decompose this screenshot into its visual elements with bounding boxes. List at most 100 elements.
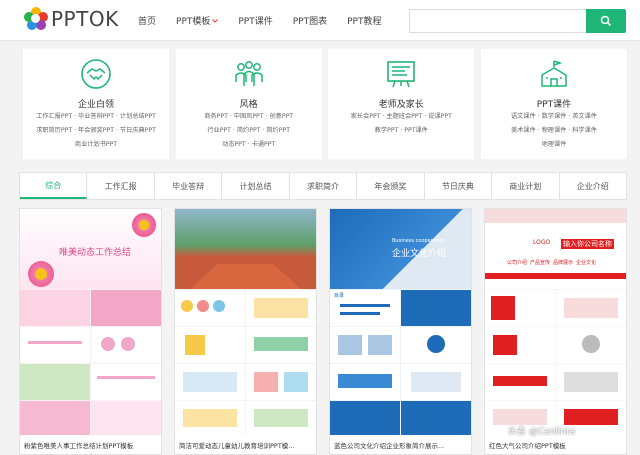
slide-menu: 公司介绍 产品宣传 品牌展示 企业文化 <box>507 259 596 266</box>
nav-ppt-courseware[interactable]: PPT课件 <box>238 14 272 27</box>
slide-thumb <box>91 327 161 363</box>
slide-thumb <box>485 327 555 363</box>
category-links[interactable]: 教学PPT · PPT课件 <box>328 127 474 135</box>
category-links[interactable]: 动态PPT · 卡通PPT <box>176 141 322 149</box>
category-panels: 企业白领 工作汇报PPT · 毕业答辩PPT · 计划总结PPT 求职简历PPT… <box>23 49 627 159</box>
slide-thumb <box>401 401 471 435</box>
template-grid: 唯美动态工作总结 粉紫色唯美人事工作总结计划PPT模板 简洁可爱动态儿童幼儿教育… <box>19 208 627 455</box>
category-style[interactable]: 风格 商务PPT · 中国风PPT · 创意PPT 行业PPT · 简约PPT … <box>175 49 322 159</box>
slide-cover: 唯美动态工作总结 <box>20 209 161 289</box>
slide-menu-item: 企业文化 <box>576 260 597 266</box>
tab-business-plan[interactable]: 商业计划 <box>492 173 560 199</box>
running-track <box>190 264 301 289</box>
category-links[interactable]: 行业PPT · 简约PPT · 简约PPT <box>176 127 322 135</box>
nav-ppt-tutorials[interactable]: PPT教程 <box>347 14 381 27</box>
slide-cover-title: 输入你公司名称 <box>561 239 614 249</box>
template-title[interactable]: 蓝色公司文化介绍企业形象简介展示... <box>334 440 469 450</box>
tab-resume[interactable]: 求职简介 <box>290 173 358 199</box>
template-thumbnail[interactable] <box>175 209 316 435</box>
nav-ppt-templates-label: PPT模板 <box>176 17 211 27</box>
slide-thumb <box>91 364 161 400</box>
search-input[interactable] <box>409 9 587 33</box>
slide-thumb <box>20 327 90 363</box>
slide-thumb <box>20 290 90 326</box>
category-links[interactable]: 语文课件 · 数学课件 · 英文课件 <box>481 113 627 121</box>
slide-thumb <box>175 401 245 435</box>
slide-thumb <box>246 401 316 435</box>
category-teachers-parents[interactable]: 老师及家长 家长会PPT · 主题班会PPT · 说课PPT 教学PPT · P… <box>328 49 475 159</box>
nav-ppt-templates[interactable]: PPT模板 <box>176 14 219 27</box>
search-button[interactable] <box>586 9 626 33</box>
logo-text: PPTOK <box>51 7 119 31</box>
template-title[interactable]: 红色大气公司介绍PPT模板 <box>489 440 624 450</box>
slide-thumb <box>485 290 555 326</box>
nav-ppt-charts[interactable]: PPT图表 <box>293 14 327 27</box>
slide-thumb: 目录 <box>330 290 400 326</box>
logo[interactable]: PPTOK <box>24 7 119 31</box>
watermark: 头条 @Canlinta <box>508 427 576 437</box>
slide-thumb <box>20 364 90 400</box>
flower-decoration <box>132 213 156 237</box>
slide-thumb <box>330 327 400 363</box>
template-thumbnail[interactable]: LOGO 输入你公司名称 公司介绍 产品宣传 品牌展示 企业文化 <box>485 209 626 435</box>
slide-thumb <box>91 401 161 435</box>
slide-thumb <box>175 327 245 363</box>
tab-all[interactable]: 综合 <box>20 173 88 199</box>
category-links[interactable]: 求职简历PPT · 年会颁奖PPT · 节日庆典PPT <box>23 127 169 135</box>
handshake-icon <box>81 59 111 89</box>
category-links[interactable]: 地理课件 <box>481 141 627 149</box>
slide-menu-item: 公司介绍 <box>507 260 528 266</box>
template-card[interactable]: LOGO 输入你公司名称 公司介绍 产品宣传 品牌展示 企业文化 红色大气公司介… <box>484 208 627 455</box>
category-links[interactable]: 家长会PPT · 主题班会PPT · 说课PPT <box>328 113 474 121</box>
template-title[interactable]: 简洁可爱动态儿童幼儿教育培训PPT模... <box>179 440 314 450</box>
tab-graduation[interactable]: 毕业答辩 <box>155 173 223 199</box>
slide-thumb <box>556 364 626 400</box>
slide-cover-title: 唯美动态工作总结 <box>58 248 131 258</box>
slide-thumb <box>175 364 245 400</box>
template-title[interactable]: 粉紫色唯美人事工作总结计划PPT模板 <box>24 440 159 450</box>
category-courseware[interactable]: PPT课件 语文课件 · 数学课件 · 英文课件 美术课件 · 物理课件 · 科… <box>480 49 627 159</box>
tab-festival[interactable]: 节日庆典 <box>425 173 493 199</box>
filter-tabs: 综合 工作汇报 毕业答辩 计划总结 求职简介 年会颁奖 节日庆典 商业计划 企业… <box>19 172 627 200</box>
category-enterprise[interactable]: 企业白领 工作汇报PPT · 毕业答辩PPT · 计划总结PPT 求职简历PPT… <box>23 49 169 159</box>
category-links[interactable]: 商业计划书PPT <box>23 141 169 149</box>
category-links[interactable]: 工作汇报PPT · 毕业答辩PPT · 计划总结PPT <box>23 113 169 121</box>
slide-thumb <box>401 364 471 400</box>
template-card[interactable]: 简洁可爱动态儿童幼儿教育培训PPT模... <box>174 208 317 455</box>
slide-thumb <box>175 290 245 326</box>
slide-thumb <box>556 327 626 363</box>
slide-cover: LOGO 输入你公司名称 公司介绍 产品宣传 品牌展示 企业文化 <box>485 209 626 289</box>
category-links[interactable]: 美术课件 · 物理课件 · 科学课件 <box>481 127 627 135</box>
tab-plan-summary[interactable]: 计划总结 <box>222 173 290 199</box>
tab-annual-award[interactable]: 年会颁奖 <box>357 173 425 199</box>
nav-home[interactable]: 首页 <box>138 14 156 27</box>
search-icon <box>600 15 612 27</box>
slide-cover-title: 企业文化介绍 <box>392 249 447 259</box>
category-title: 企业白领 <box>77 100 114 110</box>
template-card[interactable]: Business cooperation 企业文化介绍 目录 蓝色公司文化介绍企… <box>329 208 472 455</box>
slide-cover: Business cooperation 企业文化介绍 <box>330 209 471 289</box>
slide-caption: 目录 <box>334 293 345 299</box>
header: PPTOK 首页 PPT模板 PPT课件 PPT图表 PPT教程 <box>0 0 640 41</box>
tab-company-intro[interactable]: 企业介绍 <box>560 173 626 199</box>
template-thumbnail[interactable]: 唯美动态工作总结 <box>20 209 161 435</box>
slide-thumb <box>401 327 471 363</box>
slide-menu-item: 产品宣传 <box>530 260 551 266</box>
people-icon <box>234 61 263 86</box>
school-icon <box>541 60 567 87</box>
category-title: PPT课件 <box>536 100 572 110</box>
slide-thumb <box>246 290 316 326</box>
tab-work-report[interactable]: 工作汇报 <box>87 173 155 199</box>
chevron-down-icon <box>212 19 219 23</box>
logo-flower-icon <box>24 7 48 31</box>
template-card[interactable]: 唯美动态工作总结 粉紫色唯美人事工作总结计划PPT模板 <box>19 208 162 455</box>
category-links[interactable]: 商务PPT · 中国风PPT · 创意PPT <box>176 113 322 121</box>
slide-thumb <box>401 290 471 326</box>
slide-thumb <box>330 364 400 400</box>
slide-thumb <box>246 327 316 363</box>
category-title: 风格 <box>239 100 258 110</box>
main-nav: 首页 PPT模板 PPT课件 PPT图表 PPT教程 <box>138 14 401 27</box>
slide-cover <box>175 209 316 289</box>
template-thumbnail[interactable]: Business cooperation 企业文化介绍 目录 <box>330 209 471 435</box>
slide-thumb <box>91 290 161 326</box>
